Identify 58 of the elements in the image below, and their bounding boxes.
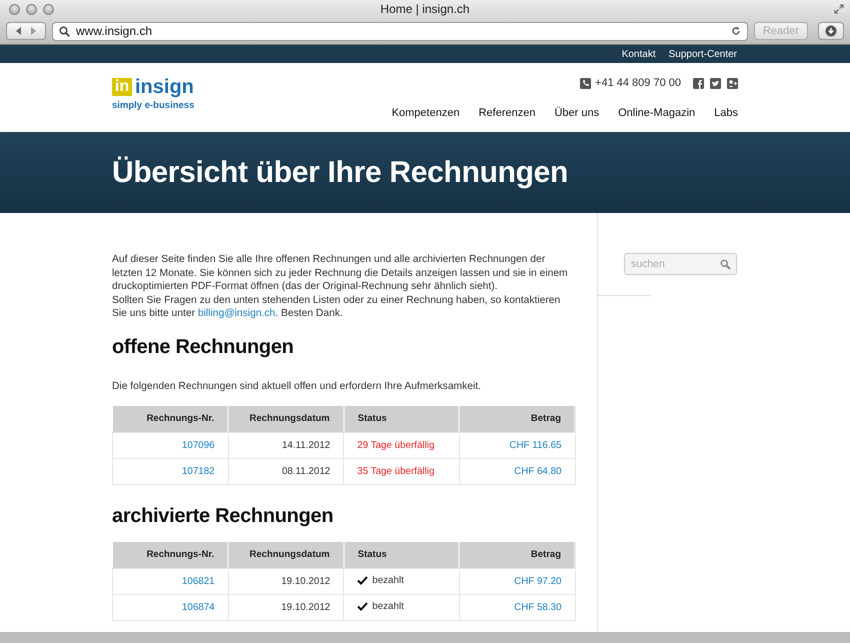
status-overdue: 35 Tage überfällig bbox=[357, 466, 434, 476]
amount-link[interactable]: CHF 64.80 bbox=[514, 466, 562, 476]
column-header: Rechnungsdatum bbox=[228, 542, 344, 568]
status-paid: bezahlt bbox=[372, 574, 404, 586]
invoice-number-link[interactable]: 106821 bbox=[182, 576, 215, 586]
nav-link[interactable]: Über uns bbox=[554, 107, 600, 119]
logo-tagline: simply e-business bbox=[112, 100, 194, 111]
nav-link[interactable]: Online-Magazin bbox=[618, 107, 696, 119]
phone-number: +41 44 809 70 00 bbox=[595, 77, 681, 89]
download-icon bbox=[825, 25, 837, 37]
nav-link[interactable]: Labs bbox=[714, 107, 738, 119]
logo-name[interactable]: insign bbox=[135, 77, 194, 97]
status-overdue: 29 Tage überfällig bbox=[357, 440, 434, 450]
column-header: Betrag bbox=[459, 406, 575, 432]
section-heading: archivierte Rechnungen bbox=[112, 504, 334, 528]
address-field[interactable]: www.insign.ch bbox=[52, 22, 748, 40]
search-icon bbox=[59, 26, 70, 36]
section-note: Die folgenden Rechnungen sind aktuell offen und erfordern Ihre Aufmerksamkeit. bbox=[112, 380, 482, 392]
column-header: Betrag bbox=[459, 542, 575, 568]
amount-link[interactable]: CHF 116.65 bbox=[509, 440, 562, 450]
search-icon bbox=[720, 258, 731, 270]
zoom-button[interactable] bbox=[43, 4, 54, 14]
minimize-button[interactable] bbox=[26, 4, 37, 14]
fullscreen-icon[interactable] bbox=[834, 4, 844, 14]
downloads-button[interactable] bbox=[818, 22, 844, 40]
close-button[interactable] bbox=[9, 4, 20, 14]
phone-icon bbox=[580, 78, 592, 88]
page-title: Übersicht über Ihre Rechnungen bbox=[112, 156, 568, 190]
window-title: Home | insign.ch bbox=[380, 2, 470, 16]
invoice-number-link[interactable]: 107096 bbox=[182, 440, 215, 450]
invoice-date: 19.10.2012 bbox=[281, 576, 330, 586]
invoice-date: 08.11.2012 bbox=[282, 466, 330, 476]
twitter-icon[interactable] bbox=[710, 78, 721, 88]
email-link[interactable]: billing@insign.ch bbox=[198, 308, 276, 319]
top-link[interactable]: Support-Center bbox=[668, 48, 737, 60]
column-header: Rechnungs-Nr. bbox=[112, 542, 228, 568]
invoice-number-link[interactable]: 106874 bbox=[182, 602, 215, 612]
nav-link[interactable]: Referenzen bbox=[478, 107, 536, 119]
invoice-date: 19.10.2012 bbox=[281, 602, 330, 612]
amount-link[interactable]: CHF 97.20 bbox=[514, 576, 562, 586]
contact-paragraph: Sollten Sie Fragen zu den unten stehenden Listen oder zu einer Rechnung haben, so kontaktieren Sie uns bitte unter billing@insign.ch. Besten Dank. bbox=[112, 294, 562, 320]
nav-link[interactable]: Kompetenzen bbox=[392, 107, 460, 119]
invoice-number-link[interactable]: 107182 bbox=[182, 466, 215, 476]
intro-paragraph: Auf dieser Seite finden Sie alle Ihre offenen Rechnungen und alle archivierten Rechnungen der letzten 12 Monate. Sie können sich zu jeder Rechnung die Details anzeigen lassen und sie in einem druckoptimierten PDF-Format öffnen (das der Original-Rechnung sehr ähnlich sieht). bbox=[112, 253, 569, 294]
section-heading: offene Rechnungen bbox=[112, 336, 295, 358]
column-header: Status bbox=[344, 542, 460, 568]
status-paid: bezahlt bbox=[372, 600, 404, 612]
amount-link[interactable]: CHF 58.30 bbox=[514, 602, 562, 612]
column-header: Rechnungsdatum bbox=[228, 406, 344, 432]
facebook-icon[interactable] bbox=[693, 78, 704, 88]
top-link[interactable]: Kontakt bbox=[622, 48, 656, 60]
invoice-date: 14.11.2012 bbox=[282, 440, 330, 450]
column-header: Status bbox=[344, 406, 460, 432]
back-forward-buttons[interactable] bbox=[6, 22, 46, 40]
reload-icon[interactable] bbox=[731, 26, 741, 36]
column-header: Rechnungs-Nr. bbox=[112, 406, 228, 432]
google-plus-icon[interactable] bbox=[727, 78, 738, 88]
search-field[interactable]: suchen bbox=[624, 253, 737, 275]
